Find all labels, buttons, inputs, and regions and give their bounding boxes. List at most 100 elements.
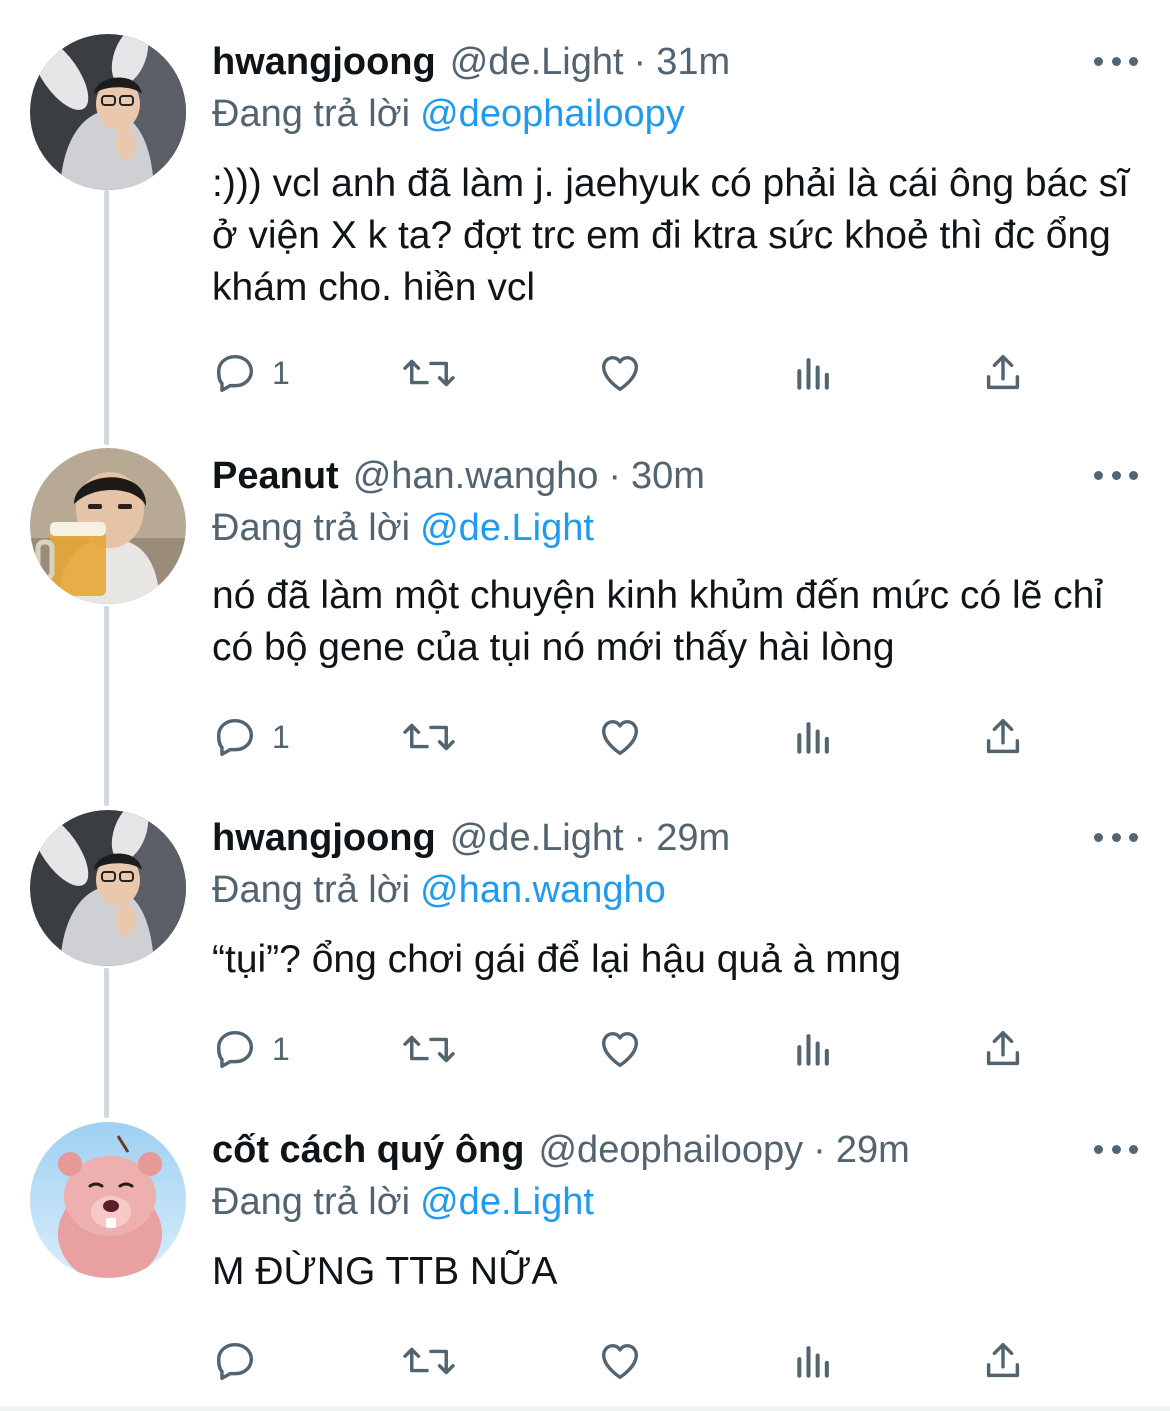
replying-label: Đang trả lời <box>212 93 411 135</box>
avatar-image-hooded-guy <box>30 34 186 190</box>
tweet-text: M ĐỪNG TTB NỮA <box>212 1250 558 1293</box>
avatar[interactable] <box>30 448 186 604</box>
replying-label: Đang trả lời <box>212 507 411 549</box>
retweet-button[interactable] <box>400 1336 458 1386</box>
reply-count: 1 <box>272 718 290 755</box>
share-icon <box>986 1030 1020 1066</box>
timestamp[interactable]: 29m <box>836 1122 910 1178</box>
retweet-icon <box>403 723 455 751</box>
retweet-button[interactable] <box>400 712 458 762</box>
separator-dot: · <box>813 1129 826 1171</box>
views-icon <box>797 1346 829 1378</box>
replying-mention[interactable]: @deophailoopy <box>420 93 685 135</box>
replying-to: Đang trả lời @deophailoopy <box>212 86 685 142</box>
views-button[interactable] <box>792 348 836 398</box>
action-bar: 1 <box>212 348 1042 398</box>
retweet-icon <box>403 1347 455 1375</box>
avatar-image-pink-beaver <box>30 1122 186 1278</box>
share-button[interactable] <box>980 712 1026 762</box>
user-handle[interactable]: @de.Light <box>450 810 624 866</box>
share-button[interactable] <box>980 348 1026 398</box>
views-icon <box>797 358 829 390</box>
avatar-image-hooded-guy <box>30 810 186 966</box>
reply-icon <box>216 718 254 756</box>
user-handle[interactable]: @de.Light <box>450 34 624 90</box>
views-icon <box>797 1034 829 1066</box>
display-name[interactable]: hwangjoong <box>212 34 436 90</box>
like-icon <box>601 1031 639 1068</box>
reply-icon <box>216 1030 254 1068</box>
tweet[interactable]: hwangjoong @de.Light · 31m Đang trả lời @… <box>0 34 1170 434</box>
avatar-image-beer <box>30 448 186 604</box>
retweet-button[interactable] <box>400 348 458 398</box>
avatar[interactable] <box>30 1122 186 1278</box>
like-button[interactable] <box>596 1336 644 1386</box>
reply-button[interactable]: 1 <box>212 712 290 762</box>
more-icon[interactable] <box>1094 460 1138 490</box>
more-icon[interactable] <box>1094 46 1138 76</box>
share-icon <box>986 354 1020 390</box>
tweet[interactable]: hwangjoong @de.Light · 29m Đang trả lời @… <box>0 810 1170 1110</box>
user-handle[interactable]: @deophailoopy <box>538 1122 803 1178</box>
timestamp[interactable]: 30m <box>631 448 705 504</box>
avatar[interactable] <box>30 810 186 966</box>
reply-count: 1 <box>272 354 290 391</box>
tweet-header: hwangjoong @de.Light · 29m <box>212 810 730 866</box>
retweet-icon <box>403 359 455 387</box>
tweet[interactable]: cốt cách quý ông @deophailoopy · 29m Đan… <box>0 1122 1170 1402</box>
display-name[interactable]: hwangjoong <box>212 810 436 866</box>
share-button[interactable] <box>980 1024 1026 1074</box>
like-button[interactable] <box>596 348 644 398</box>
share-icon <box>986 718 1020 754</box>
retweet-button[interactable] <box>400 1024 458 1074</box>
reply-icon <box>216 354 254 392</box>
views-button[interactable] <box>792 1336 836 1386</box>
divider <box>0 1406 1170 1411</box>
retweet-icon <box>403 1035 455 1063</box>
reply-button[interactable] <box>212 1336 272 1386</box>
replying-mention[interactable]: @han.wangho <box>420 869 666 911</box>
share-icon <box>986 1342 1020 1378</box>
replying-mention[interactable]: @de.Light <box>420 1181 594 1223</box>
replying-to: Đang trả lời @de.Light <box>212 500 594 556</box>
replying-mention[interactable]: @de.Light <box>420 507 594 549</box>
display-name[interactable]: cốt cách quý ông <box>212 1122 524 1178</box>
like-icon <box>601 1343 639 1380</box>
tweet-text: “tụi”? ổng chơi gái để lại hậu quả à mng <box>212 938 902 981</box>
reply-button[interactable]: 1 <box>212 1024 290 1074</box>
replying-to: Đang trả lời @han.wangho <box>212 862 666 918</box>
tweet-text: :))) vcl anh đã làm j. jaehyuk có phải l… <box>212 162 1129 309</box>
reply-count: 1 <box>272 1030 290 1067</box>
reply-icon <box>216 1342 254 1380</box>
user-handle[interactable]: @han.wangho <box>353 448 599 504</box>
display-name[interactable]: Peanut <box>212 448 339 504</box>
share-button[interactable] <box>980 1336 1026 1386</box>
reply-thread: hwangjoong @de.Light · 31m Đang trả lời @… <box>0 0 1170 1411</box>
action-bar <box>212 1336 1042 1386</box>
tweet-header: cốt cách quý ông @deophailoopy · 29m <box>212 1122 910 1178</box>
views-icon <box>797 722 829 754</box>
replying-label: Đang trả lời <box>212 1181 411 1223</box>
replying-label: Đang trả lời <box>212 869 411 911</box>
like-button[interactable] <box>596 1024 644 1074</box>
action-bar: 1 <box>212 1024 1042 1074</box>
replying-to: Đang trả lời @de.Light <box>212 1174 594 1230</box>
separator-dot: · <box>633 817 647 859</box>
like-icon <box>601 719 639 756</box>
separator-dot: · <box>608 455 622 497</box>
like-button[interactable] <box>596 712 644 762</box>
action-bar: 1 <box>212 712 1042 762</box>
tweet[interactable]: Peanut @han.wangho · 30m Đang trả lời @de… <box>0 448 1170 808</box>
reply-button[interactable]: 1 <box>212 348 290 398</box>
more-icon[interactable] <box>1094 1134 1138 1164</box>
timestamp[interactable]: 29m <box>656 810 730 866</box>
more-icon[interactable] <box>1094 822 1138 852</box>
timestamp[interactable]: 31m <box>656 34 730 90</box>
tweet-text: nó đã làm một chuyện kinh khủm đến mức c… <box>212 574 1104 669</box>
views-button[interactable] <box>792 712 836 762</box>
tweet-header: Peanut @han.wangho · 30m <box>212 448 705 504</box>
avatar[interactable] <box>30 34 186 190</box>
tweet-header: hwangjoong @de.Light · 31m <box>212 34 730 90</box>
views-button[interactable] <box>792 1024 836 1074</box>
like-icon <box>601 355 639 392</box>
